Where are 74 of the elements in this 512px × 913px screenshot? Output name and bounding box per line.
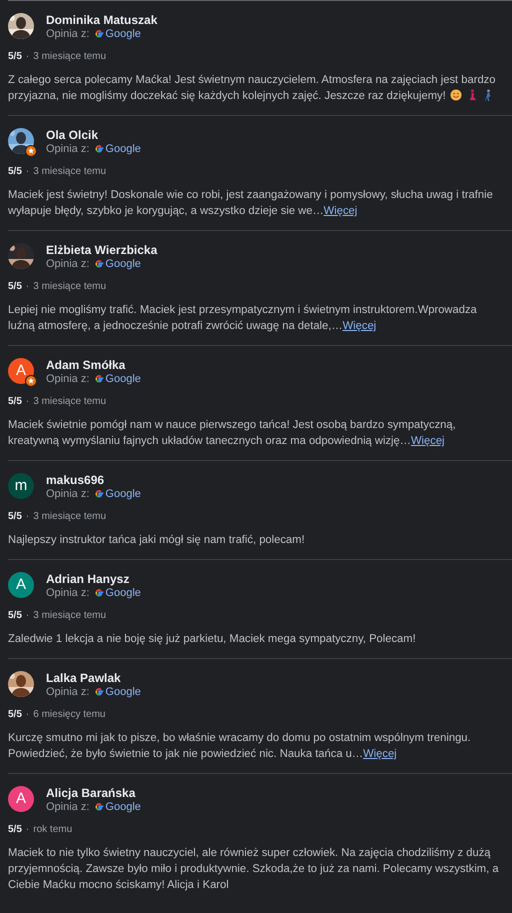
rating: 5/5 [8,51,22,63]
source-label: Opinia z: [46,27,90,41]
separator-dot: · [26,281,30,293]
local-guide-badge-icon [25,145,37,157]
avatar-letter: m [14,476,28,496]
review-time: 6 miesięcy temu [33,709,106,721]
review-text: Maciek to nie tylko świetny nauczyciel, ale również super człowiek. Na zajęcia chodziliśmy z dużą przyjemnością. Zawsze było miło i produktywnie. Szkoda,że to już za nami. Polecamy wszystkim, a Ciebie Maćku mocno ściskamy! Alicja i Karol [8,846,500,893]
review-time: 3 miesiące temu [33,166,106,178]
source-name: Google [105,800,141,814]
review-time: 3 miesiące temu [33,51,106,63]
avatar-letter: A [16,360,26,381]
author-name[interactable]: Adrian Hanysz [46,572,141,586]
review-text: Zaledwie 1 lekcja a nie boję się już parkietu, Maciek mega sympatyczny, Polecam! [8,632,417,647]
separator-dot: · [26,166,30,178]
google-logo-icon [94,687,104,697]
source-name: Google [105,142,141,156]
google-logo-icon [94,259,104,269]
separator-dot: · [26,511,30,523]
source-name: Google [105,685,141,699]
source-name: Google [105,487,141,501]
source-name: Google [105,372,141,386]
rating: 5/5 [8,511,22,523]
review-text: Maciek świetnie pomógł nam w nauce pierwszego tańca! Jest osobą bardzo sympatyczną, kreatywną wymyślaniu fajnych układów tanecznych oraz ma odpowiednią wizję…Więcej [8,418,457,449]
author-name[interactable]: makus696 [46,473,141,487]
separator-dot: · [26,824,30,836]
rating: 5/5 [8,166,22,178]
review-time: 3 miesiące temu [33,511,106,523]
review-time: 3 miesiące temu [33,281,106,293]
avatar-letter: A [16,574,26,595]
separator-dot: · [26,709,30,721]
rating: 5/5 [8,610,22,622]
rating: 5/5 [8,396,22,408]
review-time: 3 miesiące temu [33,610,106,622]
review-time: rok temu [33,824,72,836]
source-name: Google [105,586,141,600]
review-text: Kurczę smutno mi jak to pisze, bo właśnie wracamy do domu po ostatnim wspólnym treningu. Powiedzieć, że było świetnie to jak nie powiedzieć nic. Nauka tańca u…Więcej [8,731,472,762]
local-guide-badge-icon [25,375,37,387]
author-name[interactable]: Ola Olcik [46,128,141,142]
review-time: 3 miesiące temu [33,396,106,408]
rating: 5/5 [8,281,22,293]
google-logo-icon [94,802,104,812]
source-label: Opinia z: [46,800,90,814]
google-logo-icon [94,489,104,499]
source-label: Opinia z: [46,257,90,271]
review-text: Lepiej nie mogliśmy trafić. Maciek jest przesympatycznym i świetnym instruktorem.Wprowadza luźną atmosferę, a jednocześnie potrafi zwrócić uwagę na detale,…Więcej [8,303,478,334]
rating: 5/5 [8,824,22,836]
author-name[interactable]: Dominika Matuszak [46,13,158,27]
separator-dot: · [26,51,30,63]
google-logo-icon [94,29,104,39]
review-text: Z całego serca polecamy Maćka! Jest świetnym nauczycielem. Atmosfera na zajęciach jest bardzo przyjazna, nie mogliśmy doczekać się każdych kolejnych zajęć. Jeszcze raz dziękujemy! [8,73,496,104]
source-label: Opinia z: [46,487,90,501]
source-label: Opinia z: [46,586,90,600]
separator-dot: · [26,396,30,408]
author-name[interactable]: Alicja Barańska [46,786,141,800]
source-label: Opinia z: [46,685,90,699]
source-label: Opinia z: [46,372,90,386]
google-logo-icon [94,144,104,154]
review-text: Najlepszy instruktor tańca jaki mógł się nam trafić, polecam! [8,533,306,548]
more-link[interactable]: Więcej [324,205,358,217]
more-link[interactable]: Więcej [342,320,376,332]
google-logo-icon [94,588,104,598]
rating: 5/5 [8,709,22,721]
avatar-letter: A [16,788,26,809]
google-logo-icon [94,374,104,384]
more-link[interactable]: Więcej [410,435,445,447]
more-link[interactable]: Więcej [363,748,397,760]
source-name: Google [105,257,141,271]
source-name: Google [105,27,141,41]
author-name[interactable]: Adam Smółka [46,358,141,372]
author-name[interactable]: Elżbieta Wierzbicka [46,243,158,257]
review-text: Maciek jest świetny! Doskonale wie co robi, jest zaangażowany i pomysłowy, słucha uwag i trafnie wyłapuje błędy, szybko je korygując, a wszystko dzieje sie we…Więcej [8,188,494,219]
source-label: Opinia z: [46,142,90,156]
author-name[interactable]: Lalka Pawlak [46,671,141,685]
separator-dot: · [26,610,30,622]
